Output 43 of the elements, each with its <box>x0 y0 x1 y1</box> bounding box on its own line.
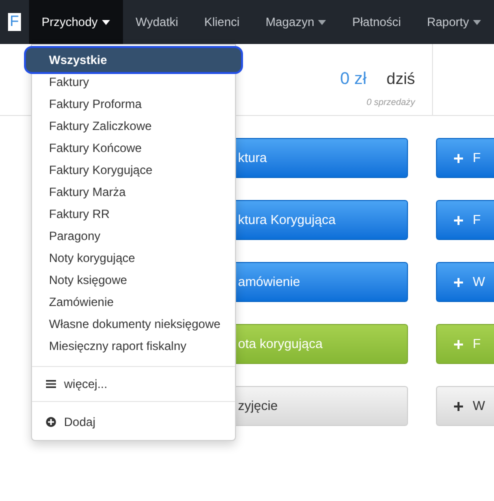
nav-tab[interactable]: Klienci <box>191 0 253 44</box>
caret-icon <box>473 20 481 24</box>
add-button[interactable]: F <box>436 138 494 178</box>
menu-item[interactable]: Faktury Końcowe <box>32 137 235 159</box>
document-button[interactable]: zyjęcie <box>236 386 408 426</box>
plus-icon <box>454 340 463 348</box>
add-item[interactable]: Dodaj <box>32 402 235 442</box>
menu-item[interactable]: Noty korygujące <box>32 247 235 269</box>
amount-value: 0 zł <box>340 68 367 90</box>
add-button[interactable]: W <box>436 386 494 426</box>
plus-icon <box>454 216 463 224</box>
document-button[interactable]: ktura Korygująca <box>236 200 408 240</box>
nav-tab[interactable]: Płatności <box>339 0 414 44</box>
plus-icon <box>454 402 463 410</box>
menu-item[interactable]: Paragony <box>32 225 235 247</box>
plus-icon <box>454 154 463 162</box>
menu-item[interactable]: Faktury Proforma <box>32 93 235 115</box>
menu-item[interactable]: Faktury Marża <box>32 181 235 203</box>
document-button[interactable]: amówienie <box>236 262 408 302</box>
caret-icon <box>318 20 326 24</box>
menu-item[interactable]: Wszystkie <box>26 48 241 72</box>
menu-item[interactable]: Faktury <box>32 71 235 93</box>
nav-tab[interactable]: Magazyn <box>252 0 340 44</box>
period-label: dziś <box>386 70 415 90</box>
nav-tab[interactable]: Raporty <box>414 0 494 44</box>
menu-item[interactable]: Faktury Korygujące <box>32 159 235 181</box>
menu-item[interactable]: Miesięczny raport fiskalny <box>32 335 235 357</box>
more-item[interactable]: więcej... <box>32 367 235 401</box>
menu-item[interactable]: Własne dokumenty nieksięgowe <box>32 313 235 335</box>
menu-item[interactable]: Noty księgowe <box>32 269 235 291</box>
document-button[interactable]: ktura <box>236 138 408 178</box>
add-button[interactable]: F <box>436 200 494 240</box>
menu-icon <box>46 380 56 388</box>
nav-tab[interactable]: Przychody <box>28 0 123 44</box>
menu-item[interactable]: Zamówienie <box>32 291 235 313</box>
add-button[interactable]: W <box>436 262 494 302</box>
caret-icon <box>102 20 110 24</box>
menu-item[interactable]: Faktury Zaliczkowe <box>32 115 235 137</box>
plus-icon <box>454 278 463 286</box>
plus-circle-icon <box>46 417 56 427</box>
menu-item[interactable]: Faktury RR <box>32 203 235 225</box>
sales-count: 0 sprzedaży <box>366 96 415 109</box>
nav-tab[interactable]: Wydatki <box>122 0 192 44</box>
